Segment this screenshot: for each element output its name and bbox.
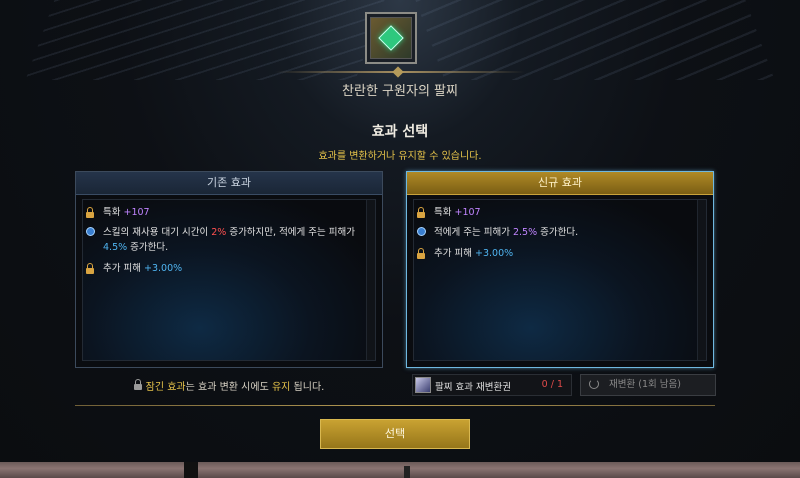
effect-text: 추가 피해 +3.00% <box>103 263 183 274</box>
effect-text: 특화 +107 <box>434 207 481 218</box>
ticket-name: 팔찌 효과 재변환권 <box>435 382 511 393</box>
item-name: 찬란한 구원자의 팔찌 <box>342 84 458 99</box>
new-effect-scrollbar[interactable] <box>697 200 706 360</box>
existing-effect-panel[interactable]: 기존 효과 특화 +107 스킬의 재사용 대기 시간이 2% 증가하지만, 적… <box>75 171 383 368</box>
effect-row: 특화 +107 <box>417 205 695 220</box>
lock-icon <box>133 378 142 390</box>
bracelet-icon <box>370 17 412 59</box>
reconvert-ticket: 팔찌 효과 재변환권 0 / 1 <box>412 374 572 396</box>
panel-title: 효과 선택 <box>371 124 429 140</box>
lock-icon <box>417 207 429 220</box>
reconvert-button[interactable]: 재변환 (1회 남음) <box>580 374 716 396</box>
refresh-icon <box>589 379 599 389</box>
gear-icon <box>86 227 98 255</box>
panel-subtitle: 효과를 변환하거나 유지할 수 있습니다. <box>318 151 482 162</box>
existing-effect-body <box>82 199 376 361</box>
effect-text: 특화 +107 <box>103 207 150 218</box>
character-silhouette <box>184 462 198 478</box>
new-effect-body <box>413 199 707 361</box>
select-button[interactable]: 선택 <box>320 419 470 449</box>
character-silhouette <box>404 466 410 478</box>
effect-row: 특화 +107 <box>86 205 364 220</box>
effect-text: 적에게 주는 피해가 2.5% 증가한다. <box>434 227 579 238</box>
effect-row: 추가 피해 +3.00% <box>417 246 695 261</box>
new-effect-header: 신규 효과 <box>407 172 713 195</box>
effect-select-dialog: 찬란한 구원자의 팔찌 효과 선택 효과를 변환하거나 유지할 수 있습니다. … <box>0 0 800 462</box>
top-ornament-left <box>25 0 385 80</box>
ticket-count: 0 / 1 <box>541 379 563 390</box>
title-diamond-ornament <box>392 66 404 78</box>
reconvert-label: 재변환 (1회 남음) <box>609 379 681 390</box>
effect-row: 추가 피해 +3.00% <box>86 261 364 276</box>
bottom-divider <box>75 405 715 406</box>
game-background <box>0 462 800 478</box>
existing-effect-scrollbar[interactable] <box>366 200 375 360</box>
effect-text: 추가 피해 +3.00% <box>434 248 514 259</box>
effect-row: 스킬의 재사용 대기 시간이 2% 증가하지만, 적에게 주는 피해가 4.5%… <box>86 225 364 255</box>
ticket-icon <box>415 377 431 393</box>
lock-icon <box>86 263 98 276</box>
effect-row: 적에게 주는 피해가 2.5% 증가한다. <box>417 225 695 240</box>
existing-effect-header: 기존 효과 <box>76 172 382 195</box>
new-effect-panel[interactable]: 신규 효과 특화 +107 적에게 주는 피해가 2.5% 증가한다. 추가 피… <box>406 171 714 368</box>
lock-icon <box>417 248 429 261</box>
locked-effect-note: 잠긴 효과는 효과 변환 시에도 유지 됩니다. <box>75 378 383 393</box>
top-ornament-right <box>415 0 775 80</box>
item-icon-frame <box>365 12 417 64</box>
gear-icon <box>417 227 429 240</box>
gem-icon <box>378 25 404 51</box>
effect-text: 스킬의 재사용 대기 시간이 2% 증가하지만, 적에게 주는 피해가 4.5%… <box>103 227 356 253</box>
lock-icon <box>86 207 98 220</box>
